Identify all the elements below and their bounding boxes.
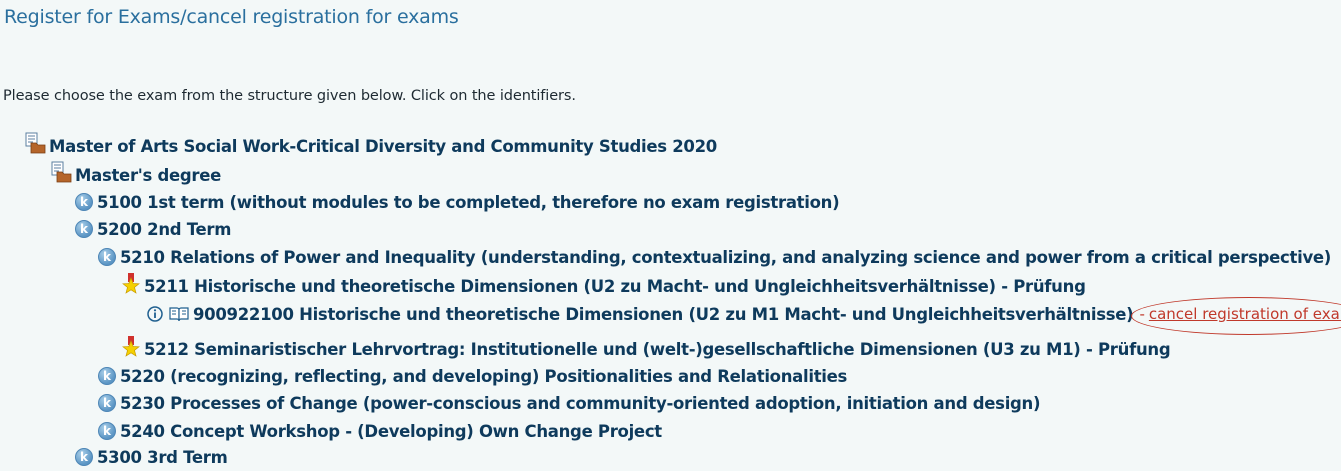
tree-node-5300[interactable]: k 5300 3rd Term: [75, 444, 228, 470]
folder-icon: [50, 161, 72, 183]
cancel-dash: -: [1139, 305, 1145, 323]
tree-node-900922100[interactable]: 900922100 Historische und theoretische D…: [147, 297, 1341, 335]
tree-label-5300[interactable]: 5300 3rd Term: [97, 448, 228, 467]
book-icon: [169, 306, 189, 322]
tree-label-program[interactable]: Master of Arts Social Work-Critical Dive…: [49, 137, 717, 156]
k-icon: k: [98, 394, 116, 412]
star-icon: [122, 336, 140, 358]
tree-label-5100[interactable]: 5100 1st term (without modules to be com…: [97, 193, 840, 212]
tree-node-5200[interactable]: k 5200 2nd Term: [75, 216, 231, 242]
page-title: Register for Exams/cancel registration f…: [4, 6, 459, 28]
tree-node-5220[interactable]: k 5220 (recognizing, reflecting, and dev…: [98, 363, 847, 389]
tree-label-degree[interactable]: Master's degree: [75, 166, 221, 185]
cancel-registration-link[interactable]: cancel registration of exam: [1149, 305, 1341, 323]
tree-node-program[interactable]: Master of Arts Social Work-Critical Dive…: [24, 132, 717, 159]
tree-label-5240[interactable]: 5240 Concept Workshop - (Developing) Own…: [120, 422, 662, 441]
tree-label-5230[interactable]: 5230 Processes of Change (power-consciou…: [120, 394, 1041, 413]
tree-node-5240[interactable]: k 5240 Concept Workshop - (Developing) O…: [98, 418, 662, 444]
folder-icon: [24, 132, 46, 154]
tree-label-5210[interactable]: 5210 Relations of Power and Inequality (…: [120, 248, 1331, 267]
star-icon: [122, 273, 140, 295]
tree-node-degree[interactable]: Master's degree: [50, 161, 221, 188]
k-icon: k: [98, 422, 116, 440]
tree-label-5220[interactable]: 5220 (recognizing, reflecting, and devel…: [120, 367, 847, 386]
tree-node-5212[interactable]: 5212 Seminaristischer Lehrvortrag: Insti…: [122, 336, 1171, 362]
tree-node-5210[interactable]: k 5210 Relations of Power and Inequality…: [98, 244, 1331, 270]
tree-label-5200[interactable]: 5200 2nd Term: [97, 220, 231, 239]
intro-text: Please choose the exam from the structur…: [3, 88, 576, 104]
tree-node-5211[interactable]: 5211 Historische und theoretische Dimens…: [122, 273, 1086, 299]
tree-label-5211[interactable]: 5211 Historische und theoretische Dimens…: [144, 277, 1086, 296]
tree-label-900922100[interactable]: 900922100 Historische und theoretische D…: [193, 305, 1134, 324]
k-icon: k: [75, 220, 93, 238]
tree-node-5230[interactable]: k 5230 Processes of Change (power-consci…: [98, 390, 1041, 416]
k-icon: k: [75, 448, 93, 466]
k-icon: k: [98, 367, 116, 385]
k-icon: k: [75, 193, 93, 211]
tree-node-5100[interactable]: k 5100 1st term (without modules to be c…: [75, 189, 840, 215]
info-icon[interactable]: [147, 306, 163, 322]
cancel-registration: - cancel registration of exam: [1131, 297, 1341, 335]
tree-label-5212[interactable]: 5212 Seminaristischer Lehrvortrag: Insti…: [144, 340, 1171, 359]
k-icon: k: [98, 248, 116, 266]
